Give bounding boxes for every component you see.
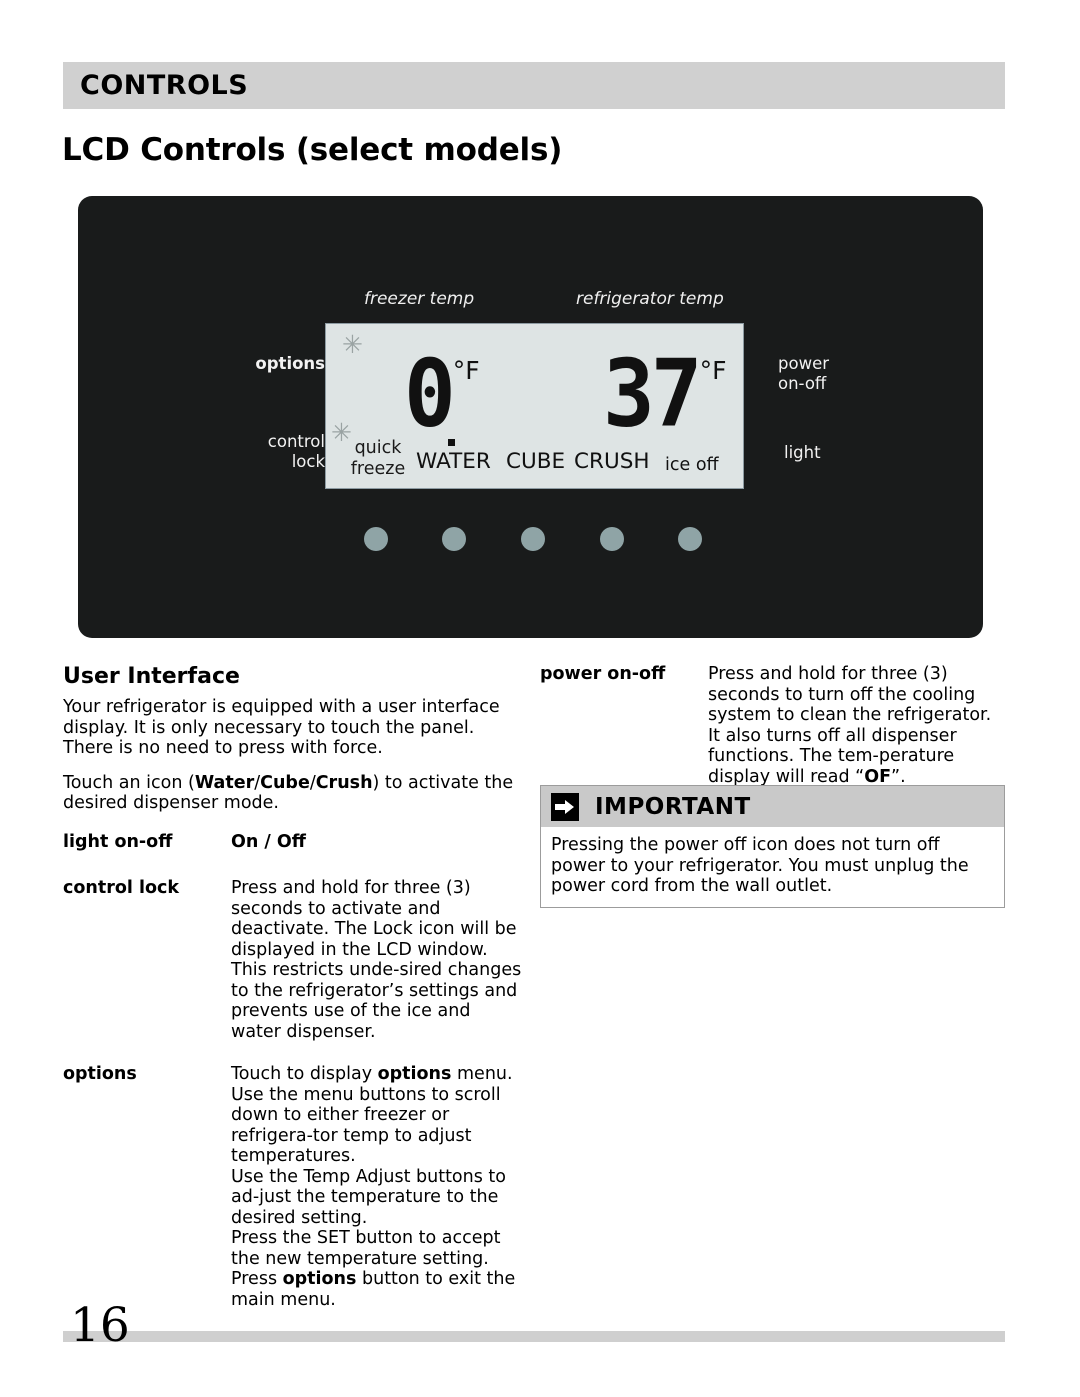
lcd-quick-freeze-label: quick freeze (348, 438, 408, 480)
quick-freeze-line2: freeze (350, 459, 406, 479)
quick-freeze-line1: quick (354, 438, 402, 458)
lcd-mode-cube: CUBE (506, 449, 566, 474)
page-number: 16 (70, 1298, 130, 1353)
options-paragraph-3: Use the Temp Adjust buttons to ad-just t… (231, 1166, 506, 1228)
important-body-text: Pressing the power off icon does not tur… (541, 827, 1004, 907)
desc-power-on-off: Press and hold for three (3) seconds to … (708, 664, 1005, 787)
desc-options: Touch to display options menu. Use the m… (231, 1064, 525, 1310)
power-desc-post: ”. (891, 766, 906, 787)
definition-row-control-lock: control lock Press and hold for three (3… (63, 878, 525, 1042)
desc-control-lock: Press and hold for three (3) seconds to … (231, 878, 522, 1042)
options-p1-bold: options (377, 1064, 452, 1084)
control-lock-line2: lock (291, 452, 325, 471)
options-paragraph-4: Press the SET button to accept the new t… (231, 1228, 501, 1269)
user-interface-paragraph-1: Your refrigerator is equipped with a use… (63, 697, 500, 758)
options-p1-pre: Touch to display (231, 1064, 378, 1084)
panel-label-control-lock[interactable]: control lock (220, 432, 325, 472)
touch-button-5[interactable] (678, 527, 702, 551)
term-power-on-off: power on-off (540, 664, 666, 684)
definition-row-light-on-off: light on-off On / Off (63, 832, 525, 853)
lcd-mode-water: WATER (416, 449, 491, 474)
water-mode-active-indicator (448, 439, 455, 446)
p2-pre: Touch an icon ( (63, 772, 195, 793)
control-definition-list: light on-off On / Off control lock Press… (63, 832, 525, 1311)
panel-label-options[interactable]: options (230, 354, 325, 374)
user-interface-heading: User Interface (63, 664, 240, 689)
touch-button-4[interactable] (600, 527, 624, 551)
right-text-column: power on-off Press and hold for three (3… (540, 664, 1005, 787)
important-callout-box: IMPORTANT Pressing the power off icon do… (540, 785, 1005, 908)
lcd-screen: ✳ ✳ quick freeze 0 °F 37 °F WATER CUBE C… (325, 323, 744, 489)
arrow-right-icon (551, 792, 579, 821)
options-p1-post: menu. (451, 1064, 513, 1084)
desc-light-on-off: On / Off (231, 832, 525, 853)
desc-light-on-off-value: On / Off (231, 831, 306, 852)
left-text-column: User Interface Your refrigerator is equi… (63, 664, 525, 1330)
term-control-lock: control lock (63, 878, 179, 898)
snowflake-icon-indicator: ✳ (342, 330, 363, 359)
power-desc-pre: Press and hold for three (3) seconds to … (708, 664, 992, 787)
important-header: IMPORTANT (541, 786, 1004, 827)
options-p5-pre: Press (231, 1269, 283, 1289)
freezer-temp-value: 0 (404, 340, 456, 449)
definition-row-options: options Touch to display options menu. U… (63, 1064, 525, 1310)
user-interface-paragraph-2: Touch an icon (Water/Cube/Crush) to acti… (63, 773, 525, 814)
options-paragraph-5: Press options button to exit the main me… (231, 1269, 525, 1310)
touch-button-1[interactable] (364, 527, 388, 551)
freezer-temp-readout: 0 °F (404, 348, 480, 441)
refrigerator-temp-unit: °F (699, 356, 727, 385)
touch-button-3[interactable] (521, 527, 545, 551)
freezer-temp-unit: °F (452, 356, 480, 385)
control-panel-illustration: freezer temp refrigerator temp options c… (78, 196, 983, 638)
term-options: options (63, 1064, 137, 1084)
freezer-temp-caption: freezer temp (364, 289, 475, 309)
lcd-mode-crush: CRUSH (574, 449, 650, 474)
options-paragraph-1: Touch to display options menu. (231, 1064, 525, 1085)
options-paragraph-2: Use the menu buttons to scroll down to e… (231, 1084, 501, 1167)
footer-bar (63, 1331, 1005, 1342)
power-label-line2: on-off (778, 374, 827, 393)
lcd-mode-ice-off: ice off (665, 455, 719, 475)
touch-button-2[interactable] (442, 527, 466, 551)
refrigerator-temp-value: 37 (603, 340, 703, 449)
power-desc-bold-of: OF (864, 766, 892, 787)
refrigerator-temp-caption: refrigerator temp (576, 289, 724, 309)
power-label-line1: power (778, 354, 829, 373)
refrigerator-temp-readout: 37 °F (603, 348, 727, 441)
control-lock-line1: control (267, 432, 325, 451)
panel-label-power-on-off[interactable]: power on-off (778, 354, 829, 394)
term-light-on-off: light on-off (63, 831, 173, 852)
section-title: CONTROLS (80, 70, 249, 101)
p2-bold-water: Water (194, 772, 255, 793)
panel-label-light[interactable]: light (784, 443, 821, 463)
important-title: IMPORTANT (595, 793, 751, 820)
options-p5-bold: options (282, 1269, 357, 1289)
p2-bold-cube: Cube (260, 772, 310, 793)
p2-bold-crush: Crush (315, 772, 373, 793)
definition-row-power-on-off: power on-off Press and hold for three (3… (540, 664, 1005, 787)
page-title: LCD Controls (select models) (62, 132, 563, 168)
